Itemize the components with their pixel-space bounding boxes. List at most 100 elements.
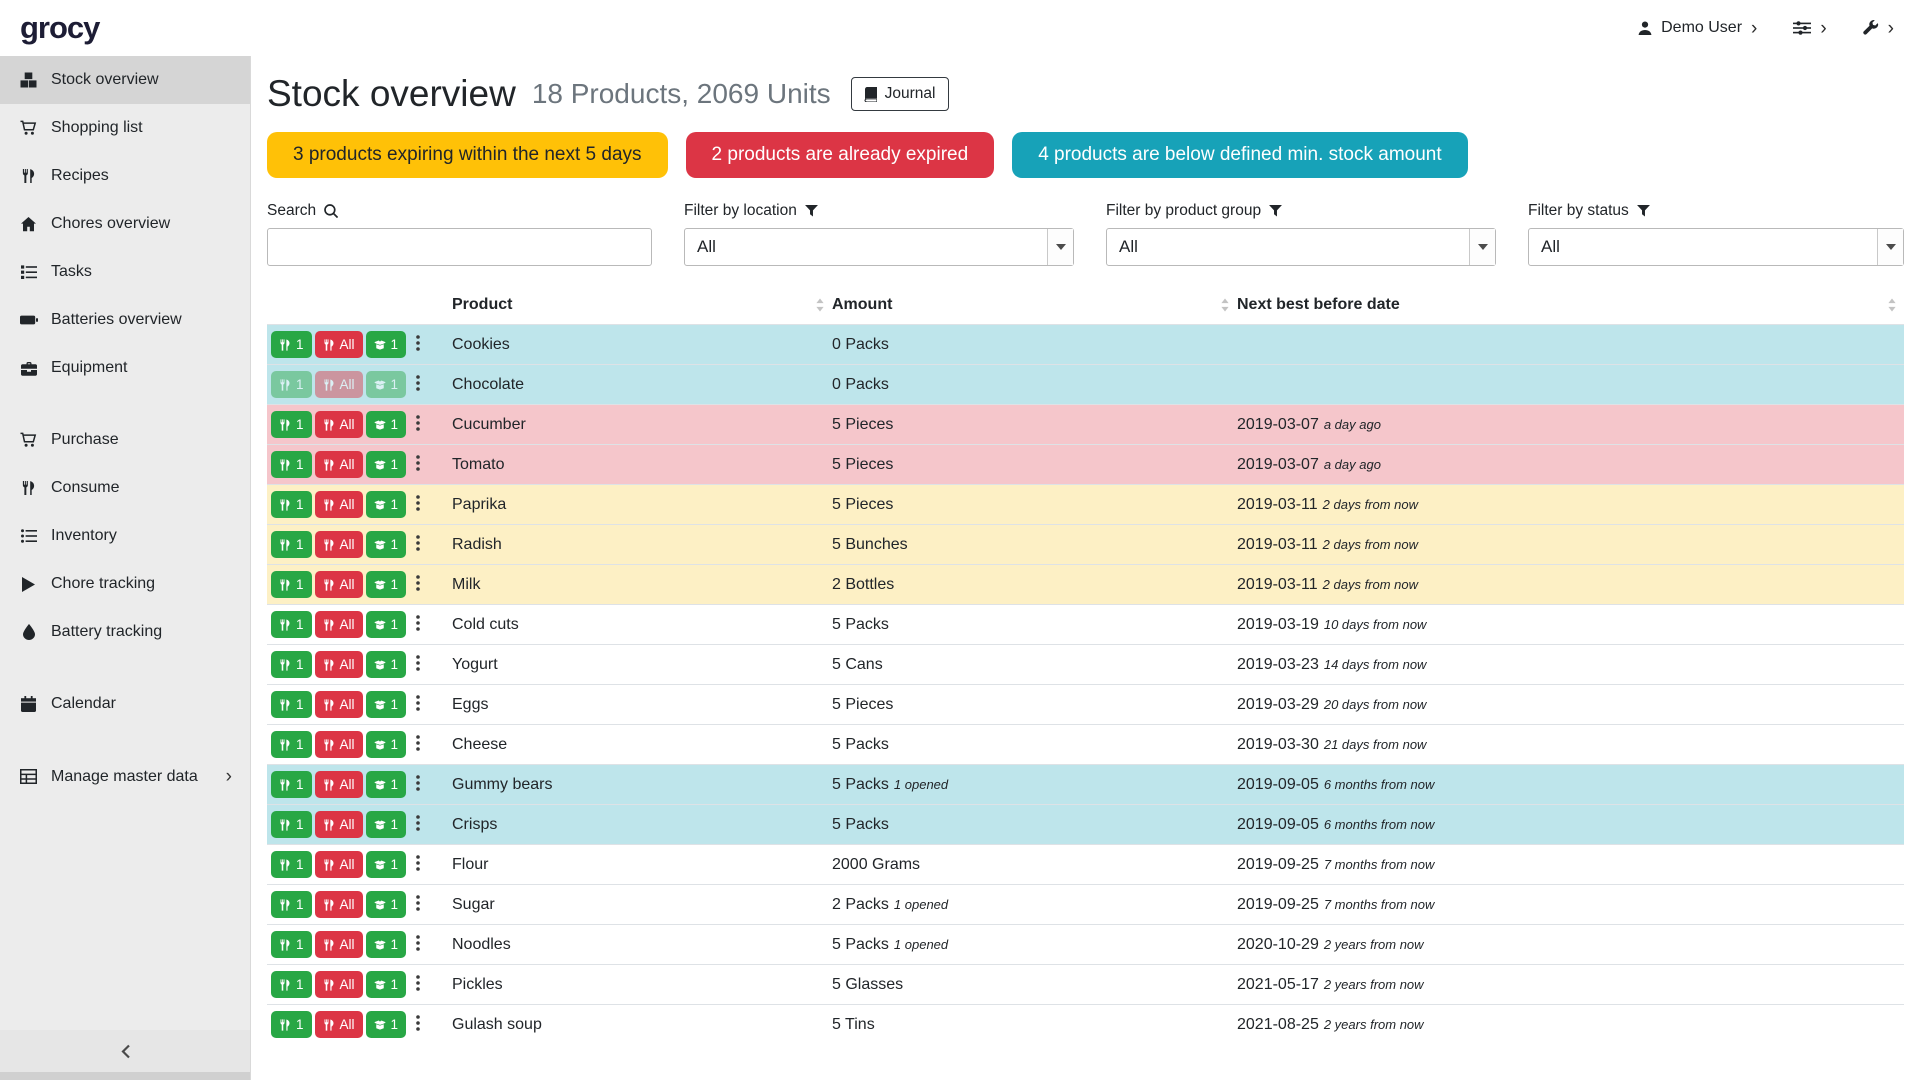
row-menu-button[interactable] (409, 492, 427, 517)
sidebar-item-batteries-overview[interactable]: Batteries overview › (0, 296, 250, 344)
open-one-button[interactable]: 1 (366, 771, 407, 798)
row-menu-button[interactable] (409, 932, 427, 957)
consume-all-button[interactable]: All (315, 571, 363, 598)
consume-all-button[interactable]: All (315, 451, 363, 478)
consume-one-button[interactable]: 1 (271, 811, 312, 838)
open-one-button[interactable]: 1 (366, 811, 407, 838)
consume-one-button[interactable]: 1 (271, 651, 312, 678)
sidebar-item-tasks[interactable]: Tasks › (0, 248, 250, 296)
row-menu-button[interactable] (409, 332, 427, 357)
sidebar-item-chore-tracking[interactable]: Chore tracking › (0, 560, 250, 608)
consume-one-button[interactable]: 1 (271, 491, 312, 518)
row-menu-button[interactable] (409, 732, 427, 757)
row-menu-button[interactable] (409, 1012, 427, 1037)
consume-all-button[interactable]: All (315, 771, 363, 798)
sidebar-item-equipment[interactable]: Equipment › (0, 344, 250, 392)
sort-icon[interactable] (1888, 299, 1896, 312)
open-one-button[interactable]: 1 (366, 371, 407, 398)
consume-one-button[interactable]: 1 (271, 691, 312, 718)
sidebar-collapse-button[interactable] (0, 1030, 250, 1072)
consume-one-button[interactable]: 1 (271, 851, 312, 878)
consume-one-button[interactable]: 1 (271, 771, 312, 798)
admin-menu[interactable]: › (1863, 19, 1894, 38)
search-input[interactable] (267, 228, 652, 266)
status-filter-select[interactable]: All (1528, 228, 1904, 266)
sidebar-item-chores-overview[interactable]: Chores overview › (0, 200, 250, 248)
consume-one-button[interactable]: 1 (271, 891, 312, 918)
open-one-button[interactable]: 1 (366, 851, 407, 878)
row-menu-button[interactable] (409, 892, 427, 917)
alert-pill-danger[interactable]: 2 products are already expired (686, 132, 995, 178)
consume-all-button[interactable]: All (315, 411, 363, 438)
open-one-button[interactable]: 1 (366, 571, 407, 598)
open-one-button[interactable]: 1 (366, 691, 407, 718)
row-menu-button[interactable] (409, 412, 427, 437)
open-one-button[interactable]: 1 (366, 891, 407, 918)
settings-menu[interactable]: › (1793, 19, 1826, 38)
consume-all-button[interactable]: All (315, 331, 363, 358)
open-one-button[interactable]: 1 (366, 931, 407, 958)
consume-all-button[interactable]: All (315, 891, 363, 918)
journal-button[interactable]: Journal (851, 77, 949, 111)
sidebar-item-shopping-list[interactable]: Shopping list › (0, 104, 250, 152)
open-one-button[interactable]: 1 (366, 331, 407, 358)
row-menu-button[interactable] (409, 852, 427, 877)
open-one-button[interactable]: 1 (366, 411, 407, 438)
consume-all-button[interactable]: All (315, 971, 363, 998)
consume-one-button[interactable]: 1 (271, 331, 312, 358)
location-filter-select[interactable]: All (684, 228, 1074, 266)
alert-pill-warning[interactable]: 3 products expiring within the next 5 da… (267, 132, 668, 178)
alert-pill-info[interactable]: 4 products are below defined min. stock … (1012, 132, 1467, 178)
row-menu-button[interactable] (409, 692, 427, 717)
product-column-header[interactable]: Product (452, 286, 832, 325)
open-one-button[interactable]: 1 (366, 651, 407, 678)
row-menu-button[interactable] (409, 652, 427, 677)
row-menu-button[interactable] (409, 372, 427, 397)
sidebar-item-consume[interactable]: Consume › (0, 464, 250, 512)
consume-one-button[interactable]: 1 (271, 571, 312, 598)
sidebar-item-stock-overview[interactable]: Stock overview › (0, 56, 250, 104)
open-one-button[interactable]: 1 (366, 971, 407, 998)
consume-one-button[interactable]: 1 (271, 611, 312, 638)
user-menu[interactable]: Demo User › (1637, 19, 1757, 38)
row-menu-button[interactable] (409, 972, 427, 997)
sidebar-item-calendar[interactable]: Calendar › (0, 680, 250, 728)
consume-one-button[interactable]: 1 (271, 1011, 312, 1038)
row-menu-button[interactable] (409, 772, 427, 797)
open-one-button[interactable]: 1 (366, 491, 407, 518)
sort-icon[interactable] (1221, 299, 1229, 312)
consume-one-button[interactable]: 1 (271, 371, 312, 398)
row-menu-button[interactable] (409, 572, 427, 597)
date-column-header[interactable]: Next best before date (1237, 286, 1904, 325)
amount-column-header[interactable]: Amount (832, 286, 1237, 325)
row-menu-button[interactable] (409, 452, 427, 477)
consume-all-button[interactable]: All (315, 491, 363, 518)
consume-one-button[interactable]: 1 (271, 411, 312, 438)
sidebar-item-battery-tracking[interactable]: Battery tracking › (0, 608, 250, 656)
consume-all-button[interactable]: All (315, 531, 363, 558)
product-group-filter-select[interactable]: All (1106, 228, 1496, 266)
consume-all-button[interactable]: All (315, 651, 363, 678)
consume-all-button[interactable]: All (315, 1011, 363, 1038)
consume-all-button[interactable]: All (315, 611, 363, 638)
consume-all-button[interactable]: All (315, 371, 363, 398)
app-logo[interactable]: grocy (20, 10, 99, 46)
open-one-button[interactable]: 1 (366, 531, 407, 558)
consume-all-button[interactable]: All (315, 931, 363, 958)
consume-one-button[interactable]: 1 (271, 531, 312, 558)
sidebar-item-inventory[interactable]: Inventory › (0, 512, 250, 560)
sort-icon[interactable] (816, 299, 824, 312)
sidebar-item-recipes[interactable]: Recipes › (0, 152, 250, 200)
sidebar-item-manage-master-data[interactable]: Manage master data › (0, 752, 250, 801)
row-menu-button[interactable] (409, 612, 427, 637)
row-menu-button[interactable] (409, 532, 427, 557)
consume-one-button[interactable]: 1 (271, 731, 312, 758)
open-one-button[interactable]: 1 (366, 451, 407, 478)
consume-all-button[interactable]: All (315, 691, 363, 718)
open-one-button[interactable]: 1 (366, 1011, 407, 1038)
open-one-button[interactable]: 1 (366, 611, 407, 638)
consume-all-button[interactable]: All (315, 731, 363, 758)
consume-one-button[interactable]: 1 (271, 451, 312, 478)
consume-all-button[interactable]: All (315, 851, 363, 878)
sidebar-item-purchase[interactable]: Purchase › (0, 416, 250, 464)
